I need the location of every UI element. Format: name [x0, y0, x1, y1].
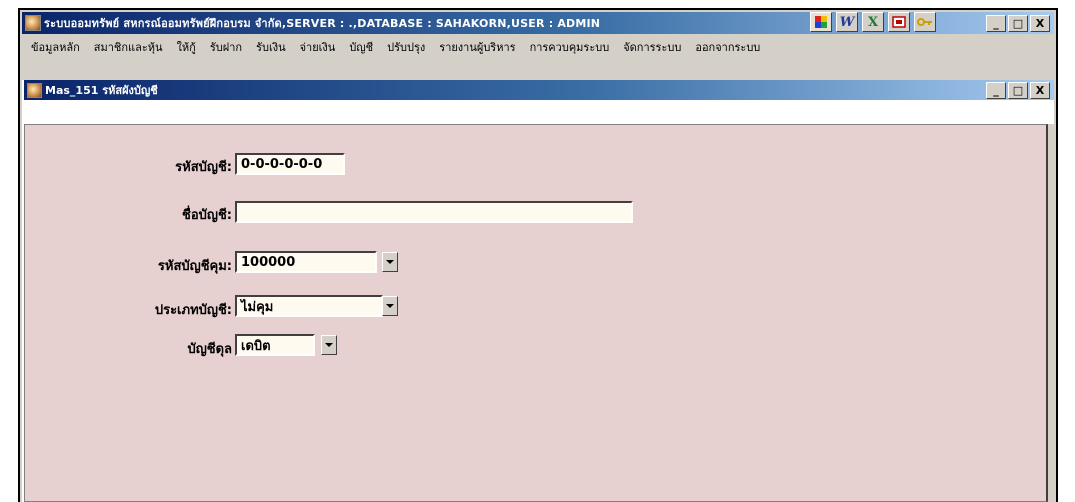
balance-side-dropdown-button[interactable] — [321, 335, 337, 355]
account-name-field[interactable] — [235, 201, 633, 223]
minimize-button[interactable]: _ — [986, 15, 1006, 32]
child-toolbar-area — [24, 100, 1054, 124]
logo-icon[interactable] — [810, 12, 832, 32]
menu-logout[interactable]: ออกจากระบบ — [688, 38, 767, 56]
child-minimize-button[interactable]: _ — [986, 82, 1006, 99]
app-title-bar[interactable]: ระบบออมทรัพย์ สหกรณ์ออมทรัพย์ฝึกอบรม จำก… — [22, 12, 1054, 34]
app-window: ระบบออมทรัพย์ สหกรณ์ออมทรัพย์ฝึกอบรม จำก… — [18, 8, 1058, 502]
chevron-down-icon — [386, 260, 394, 264]
account-type-dropdown-button[interactable] — [382, 296, 398, 316]
control-account-field[interactable]: 100000 — [235, 251, 377, 273]
chevron-down-icon — [386, 304, 394, 308]
account-type-select[interactable]: ไม่คุม — [235, 295, 383, 317]
balance-side-select[interactable]: เดบิต — [235, 334, 315, 356]
child-window-controls: _ □ X — [986, 82, 1050, 99]
menu-adjust[interactable]: ปรับปรุง — [380, 38, 432, 56]
maximize-button[interactable]: □ — [1008, 15, 1028, 32]
account-code-field[interactable]: 0-0-0-0-0-0 — [235, 153, 345, 175]
key-icon[interactable] — [914, 12, 936, 32]
excel-icon[interactable]: X — [862, 12, 884, 32]
account-type-label: ประเภทบัญชี: — [154, 303, 232, 318]
menu-pay-money[interactable]: จ่ายเงิน — [293, 38, 343, 56]
child-close-button[interactable]: X — [1030, 82, 1050, 99]
form-panel: รหัสบัญชี: 0-0-0-0-0-0 ชื่อบัญชี: รหัสบั… — [24, 124, 1048, 502]
menu-deposits[interactable]: รับฝาก — [203, 38, 249, 56]
menu-system-control[interactable]: การควบคุมระบบ — [523, 38, 617, 56]
menu-loans[interactable]: ให้กู้ — [170, 38, 203, 56]
control-account-dropdown-button[interactable] — [382, 252, 398, 272]
menu-members-shares[interactable]: สมาชิกและหุ้น — [87, 38, 170, 56]
child-title-bar[interactable]: Mas_151 รหัสผังบัญชี _ □ X — [24, 80, 1054, 100]
menu-accounts[interactable]: บัญชี — [342, 38, 380, 56]
chart-of-accounts-window: Mas_151 รหัสผังบัญชี _ □ X รหัสบัญชี: 0-… — [22, 80, 1054, 502]
window-icon — [27, 82, 42, 98]
child-maximize-button[interactable]: □ — [1008, 82, 1028, 99]
app-window-controls: _ □ X — [986, 15, 1050, 32]
account-code-label: รหัสบัญชี: — [175, 160, 232, 175]
menu-bar: ข้อมูลหลัก สมาชิกและหุ้น ให้กู้ รับฝาก ร… — [22, 36, 1054, 58]
app-title: ระบบออมทรัพย์ สหกรณ์ออมทรัพย์ฝึกอบรม จำก… — [44, 17, 601, 30]
word-icon[interactable]: W — [836, 12, 858, 32]
menu-system-management[interactable]: จัดการระบบ — [616, 38, 688, 56]
title-toolbar: W X — [810, 12, 936, 32]
chevron-down-icon — [325, 343, 333, 347]
child-title: Mas_151 รหัสผังบัญชี — [45, 84, 158, 97]
close-button[interactable]: X — [1030, 15, 1050, 32]
account-name-label: ชื่อบัญชี: — [182, 208, 232, 223]
app-icon — [25, 15, 41, 31]
menu-receive-money[interactable]: รับเงิน — [249, 38, 293, 56]
balance-side-label: บัญชีดุล — [187, 342, 232, 357]
control-account-label: รหัสบัญชีคุม: — [157, 259, 232, 274]
menu-master-data[interactable]: ข้อมูลหลัก — [24, 38, 87, 56]
menu-executive-reports[interactable]: รายงานผู้บริหาร — [432, 38, 522, 56]
powerpoint-icon[interactable] — [888, 12, 910, 32]
